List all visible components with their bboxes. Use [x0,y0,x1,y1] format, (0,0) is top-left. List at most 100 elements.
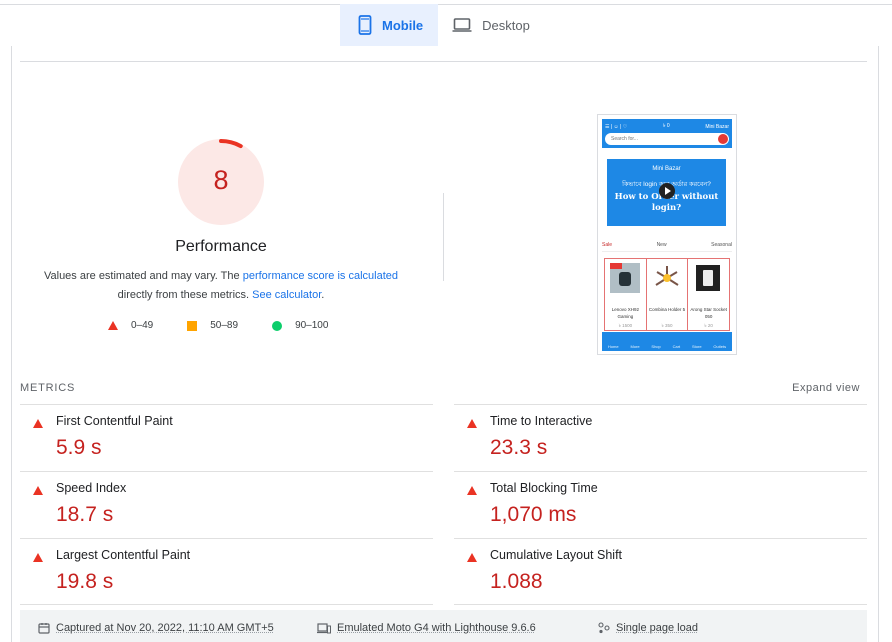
metric-cumulative-layout-shift[interactable]: Cumulative Layout Shift 1.088 [454,538,867,605]
metric-largest-contentful-paint[interactable]: Largest Contentful Paint 19.8 s [20,538,433,605]
thumb-search: Search for... [605,133,729,145]
captured-at-item: Captured at Nov 20, 2022, 11:10 AM GMT+5 [38,622,274,634]
thumb-product: Combina Holder 5 ৳ 350 [647,259,689,330]
calendar-icon [38,623,50,634]
tab-desktop[interactable]: Desktop [438,4,546,46]
legend-range-fail: 0–49 [131,320,154,331]
fail-triangle-icon [108,321,118,330]
metric-value: 1,070 ms [490,503,577,526]
devices-icon [317,623,331,634]
thumb-topbar: ☰ | ☺ | ♡ ৳ 0 Mini Bazar [605,122,729,131]
thumb-category-tabs: Sale New Seasonal [602,239,732,252]
thumb-product-image [696,265,721,291]
performance-title: Performance [175,238,267,255]
thumb-nav-home: Home [607,344,619,349]
thumb-product-image [655,266,679,286]
thumb-product-name: Lenovo XH92 Gaming [611,307,639,319]
fail-triangle-icon [467,553,477,562]
thumb-nav-cart: Cart [672,344,681,349]
frame-left-border [11,46,12,642]
metrics-heading: METRICS [20,382,76,394]
thumb-product-name: Combina Holder 5 [648,307,686,312]
frame-right-border [878,46,879,642]
expand-view-button[interactable]: Expand view [792,382,860,394]
section-divider [20,61,867,62]
legend-range-average: 50–89 [210,320,239,331]
legend-item-average: 50–89 [187,320,238,331]
pass-circle-icon [272,320,283,331]
perf-desc-text-1: Values are estimated and may vary. The [43,270,243,282]
perf-desc-text-2: directly from these metrics. [117,289,253,301]
score-legend: 0–49 50–89 90–100 [108,320,362,331]
single-load-icon [598,622,610,634]
thumb-nav-shop: Shop [651,344,661,349]
average-square-icon [187,320,198,331]
laptop-icon [452,18,472,32]
fail-triangle-icon [467,486,477,495]
thumb-app-name: Mini Bazar [705,123,729,130]
metric-label: Speed Index [56,481,127,495]
thumb-nav-outlets: Outlets [713,344,727,349]
metric-label: Time to Interactive [490,414,593,428]
metric-label: First Contentful Paint [56,414,173,428]
emulated-device-item: Emulated Moto G4 with Lighthouse 9.6.6 [317,622,536,634]
device-tabs: Mobile Desktop [340,4,546,46]
thumb-bottom-nav: Home More Shop Cart Store Outlets [602,332,732,351]
metric-value: 5.9 s [56,436,102,459]
page-screenshot-thumbnail[interactable]: ☰ | ☺ | ♡ ৳ 0 Mini Bazar Search for... M… [597,114,737,355]
thumb-search-placeholder: Search for... [611,136,638,142]
thumb-product-image [610,263,640,293]
fail-triangle-icon [33,419,43,428]
vertical-divider [443,193,444,281]
thumb-nav-more: More [630,344,640,349]
metric-value: 23.3 s [490,436,548,459]
thumb-product-grid: Lenovo XH92 Gaming ৳ 1500 Combina Holder… [604,258,730,331]
metric-value: 19.8 s [56,570,114,593]
metric-value: 18.7 s [56,503,114,526]
thumb-banner-brand: Mini Bazar [652,166,681,172]
page-load-text[interactable]: Single page load [616,622,698,634]
metric-label: Total Blocking Time [490,481,598,495]
thumb-product: Arong Star Socket 050 ৳ 20 [688,259,729,330]
metric-speed-index[interactable]: Speed Index 18.7 s [20,471,433,538]
metric-value: 1.088 [490,570,543,593]
thumb-product: Lenovo XH92 Gaming ৳ 1500 [605,259,647,330]
thumb-product-price: ৳ 20 [704,323,713,328]
tab-desktop-label: Desktop [482,17,530,33]
thumb-tab-new: New [656,242,667,248]
fail-triangle-icon [33,486,43,495]
tab-mobile-label: Mobile [382,17,424,33]
performance-score-link[interactable]: performance score is calculated [243,270,398,282]
thumb-product-price: ৳ 1500 [618,323,633,328]
thumb-tab-sale: Sale [602,242,613,248]
thumb-search-button-icon [718,134,728,144]
emulated-device-text[interactable]: Emulated Moto G4 with Lighthouse 9.6.6 [337,622,536,634]
fail-triangle-icon [33,553,43,562]
captured-at-text[interactable]: Captured at Nov 20, 2022, 11:10 AM GMT+5 [56,622,274,634]
thumb-header: ☰ | ☺ | ♡ ৳ 0 Mini Bazar Search for... [602,119,732,148]
metric-first-contentful-paint[interactable]: First Contentful Paint 5.9 s [20,404,433,471]
metric-total-blocking-time[interactable]: Total Blocking Time 1,070 ms [454,471,867,538]
legend-item-pass: 90–100 [272,320,328,331]
thumb-product-price: ৳ 350 [661,323,673,328]
tab-mobile[interactable]: Mobile [340,4,439,46]
fail-triangle-icon [467,419,477,428]
metric-label: Largest Contentful Paint [56,548,191,562]
thumb-tab-seasonal: Seasonal [711,242,732,248]
legend-range-pass: 90–100 [295,320,329,331]
thumb-nav-store: Store [692,344,702,349]
thumb-play-icon [659,183,675,199]
legend-item-fail: 0–49 [108,320,153,331]
smartphone-icon [358,15,372,35]
performance-score: 8 [213,165,229,195]
metric-label: Cumulative Layout Shift [490,548,623,562]
perf-desc-text-3: . [321,289,325,301]
thumb-product-name: Arong Star Socket 050 [690,307,727,319]
thumb-status: ৳ 0 [662,122,670,129]
see-calculator-link[interactable]: See calculator [252,289,321,301]
performance-description: Values are estimated and may vary. The p… [40,267,402,305]
metric-time-to-interactive[interactable]: Time to Interactive 23.3 s [454,404,867,471]
runtime-info-bar: Captured at Nov 20, 2022, 11:10 AM GMT+5… [20,610,867,642]
thumb-menu-icon: ☰ | ☺ | ♡ [605,123,628,130]
page-load-item: Single page load [598,622,698,634]
